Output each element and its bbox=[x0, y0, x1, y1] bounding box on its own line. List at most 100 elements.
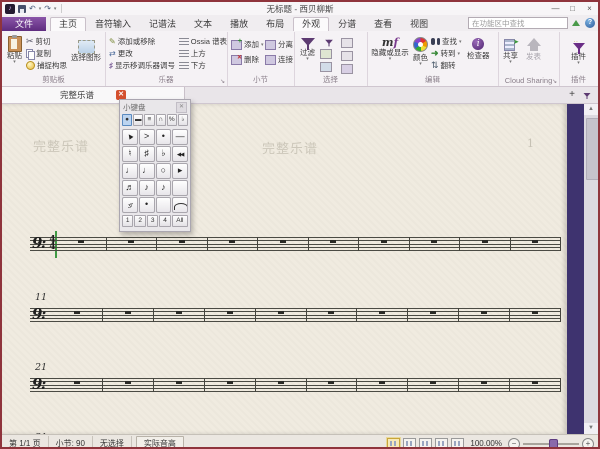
measure[interactable] bbox=[307, 308, 358, 322]
show-transposing-key-button[interactable]: ♯ 显示移调乐器调号 bbox=[109, 60, 176, 71]
ribbon-search-input[interactable] bbox=[468, 17, 568, 29]
capture-idea-button[interactable]: 捕捉构思 bbox=[26, 60, 67, 71]
select-bar-icon[interactable] bbox=[341, 38, 353, 48]
delete-bar-button[interactable]: 删除 bbox=[231, 54, 265, 65]
measure[interactable] bbox=[205, 378, 256, 392]
whole-bar-rest[interactable] bbox=[278, 381, 284, 384]
zoom-in-button[interactable]: + bbox=[582, 438, 594, 449]
measure[interactable] bbox=[256, 308, 307, 322]
tab-switcher-icon[interactable] bbox=[584, 93, 591, 97]
staff-system-1[interactable]: 9:44 bbox=[30, 237, 561, 251]
whole-bar-rest[interactable] bbox=[227, 381, 233, 384]
whole-bar-rest[interactable] bbox=[128, 240, 134, 243]
instruments-dialog-launcher-icon[interactable]: ↘ bbox=[220, 78, 225, 85]
measure[interactable] bbox=[258, 237, 309, 251]
keypad-voice-all[interactable]: All bbox=[172, 215, 188, 227]
copy-button[interactable]: 复制 bbox=[26, 48, 67, 59]
whole-bar-rest[interactable] bbox=[125, 381, 131, 384]
keypad-key[interactable] bbox=[156, 197, 172, 213]
plugins-button[interactable]: 插件 ▾ bbox=[571, 34, 586, 74]
filter-edit-icon[interactable] bbox=[325, 40, 333, 44]
filter-button[interactable]: 过滤 ▾ bbox=[300, 34, 315, 74]
keypad-key[interactable]: ♯ bbox=[139, 146, 155, 162]
help-icon[interactable]: ? bbox=[585, 18, 595, 28]
tab-view[interactable]: 视图 bbox=[401, 17, 437, 31]
bass-clef[interactable]: 9: bbox=[32, 234, 45, 252]
keypad-key[interactable] bbox=[172, 197, 188, 213]
add-or-remove-button[interactable]: ✎ 添加或移除 bbox=[109, 36, 176, 47]
tab-layout[interactable]: 布局 bbox=[257, 17, 293, 31]
select-system-icon[interactable] bbox=[341, 51, 353, 61]
keypad-key[interactable]: > bbox=[139, 129, 155, 145]
measure[interactable] bbox=[510, 378, 561, 392]
measure[interactable] bbox=[410, 237, 461, 251]
ossia-below-button[interactable]: 下方 bbox=[179, 60, 227, 71]
tab-text[interactable]: 文本 bbox=[185, 17, 221, 31]
measure[interactable] bbox=[205, 308, 256, 322]
tab-play[interactable]: 播放 bbox=[221, 17, 257, 31]
close-button[interactable]: × bbox=[581, 3, 598, 15]
whole-bar-rest[interactable] bbox=[532, 381, 538, 384]
bass-clef[interactable]: 9: bbox=[32, 305, 45, 323]
vertical-scrollbar[interactable]: ▲ ▼ bbox=[584, 104, 598, 434]
whole-bar-rest[interactable] bbox=[328, 381, 334, 384]
keypad-layout-tab-5-icon[interactable]: % bbox=[167, 114, 177, 126]
hide-or-show-button[interactable]: mf 隐藏或显示 ▾ bbox=[370, 34, 410, 74]
whole-bar-rest[interactable] bbox=[74, 311, 80, 314]
whole-bar-rest[interactable] bbox=[379, 381, 385, 384]
keypad-layout-tab-1-icon[interactable]: ● bbox=[122, 114, 132, 126]
staff-system-2[interactable]: 119: bbox=[30, 308, 561, 322]
minimize-ribbon-icon[interactable] bbox=[572, 20, 580, 26]
select-more-icon[interactable] bbox=[320, 49, 332, 59]
change-button[interactable]: ⇄ 更改 bbox=[109, 48, 176, 59]
goto-button[interactable]: ➜ 转到 ▾ bbox=[431, 48, 464, 59]
keypad-key[interactable]: ♩ bbox=[122, 163, 138, 179]
whole-bar-rest[interactable] bbox=[74, 381, 80, 384]
measure[interactable] bbox=[103, 378, 154, 392]
bass-clef[interactable]: 9: bbox=[32, 375, 45, 393]
keypad-key[interactable]: ◀◀ bbox=[172, 146, 188, 162]
measure[interactable] bbox=[103, 308, 154, 322]
whole-bar-rest[interactable] bbox=[330, 240, 336, 243]
whole-bar-rest[interactable] bbox=[179, 240, 185, 243]
whole-bar-rest[interactable] bbox=[78, 240, 84, 243]
scrollbar-thumb[interactable] bbox=[586, 118, 599, 180]
zoom-slider[interactable] bbox=[523, 443, 579, 445]
whole-bar-rest[interactable] bbox=[431, 240, 437, 243]
view-pages-vertical-icon[interactable] bbox=[419, 438, 432, 449]
measure[interactable] bbox=[357, 378, 408, 392]
minimize-button[interactable]: — bbox=[547, 3, 564, 15]
whole-bar-rest[interactable] bbox=[481, 381, 487, 384]
new-tab-button[interactable]: + bbox=[569, 89, 575, 101]
view-pages-grid-icon[interactable] bbox=[403, 438, 416, 449]
view-panorama-icon[interactable] bbox=[451, 438, 464, 449]
keypad-key[interactable]: ♬ bbox=[122, 180, 138, 196]
keypad-close-icon[interactable]: ✕ bbox=[176, 102, 187, 113]
tab-review[interactable]: 查看 bbox=[365, 17, 401, 31]
keypad-key[interactable]: • bbox=[156, 129, 172, 145]
keypad-layout-tab-6-icon[interactable]: ♭ bbox=[178, 114, 188, 126]
join-bar-button[interactable]: 连接 bbox=[265, 54, 293, 65]
split-bar-button[interactable]: 分离 bbox=[265, 39, 293, 50]
measure[interactable] bbox=[460, 237, 511, 251]
select-graphic-button[interactable]: 选择图形 bbox=[71, 34, 101, 74]
keypad-key[interactable]: • bbox=[139, 197, 155, 213]
whole-bar-rest[interactable] bbox=[227, 311, 233, 314]
measure[interactable] bbox=[154, 308, 205, 322]
measure[interactable] bbox=[307, 378, 358, 392]
measure[interactable] bbox=[52, 308, 103, 322]
tab-note-input[interactable]: 音符输入 bbox=[86, 17, 140, 31]
keypad-key[interactable]: ♩ bbox=[139, 163, 155, 179]
keypad-key[interactable] bbox=[172, 180, 188, 196]
add-bar-button[interactable]: 添加 ▾ bbox=[231, 39, 265, 50]
whole-bar-rest[interactable] bbox=[481, 311, 487, 314]
whole-bar-rest[interactable] bbox=[328, 311, 334, 314]
keypad-layout-tab-2-icon[interactable]: ▬ bbox=[133, 114, 143, 126]
measure[interactable] bbox=[107, 237, 158, 251]
share-button[interactable]: 共享 ▾ bbox=[503, 34, 518, 74]
whole-bar-rest[interactable] bbox=[482, 240, 488, 243]
select-graphic-small-icon[interactable] bbox=[320, 62, 332, 72]
color-button[interactable]: 颜色 ▾ bbox=[413, 34, 428, 74]
tab-appearance[interactable]: 外观 bbox=[293, 17, 329, 31]
status-pitch-toggle[interactable]: 实际音高 bbox=[136, 436, 184, 449]
